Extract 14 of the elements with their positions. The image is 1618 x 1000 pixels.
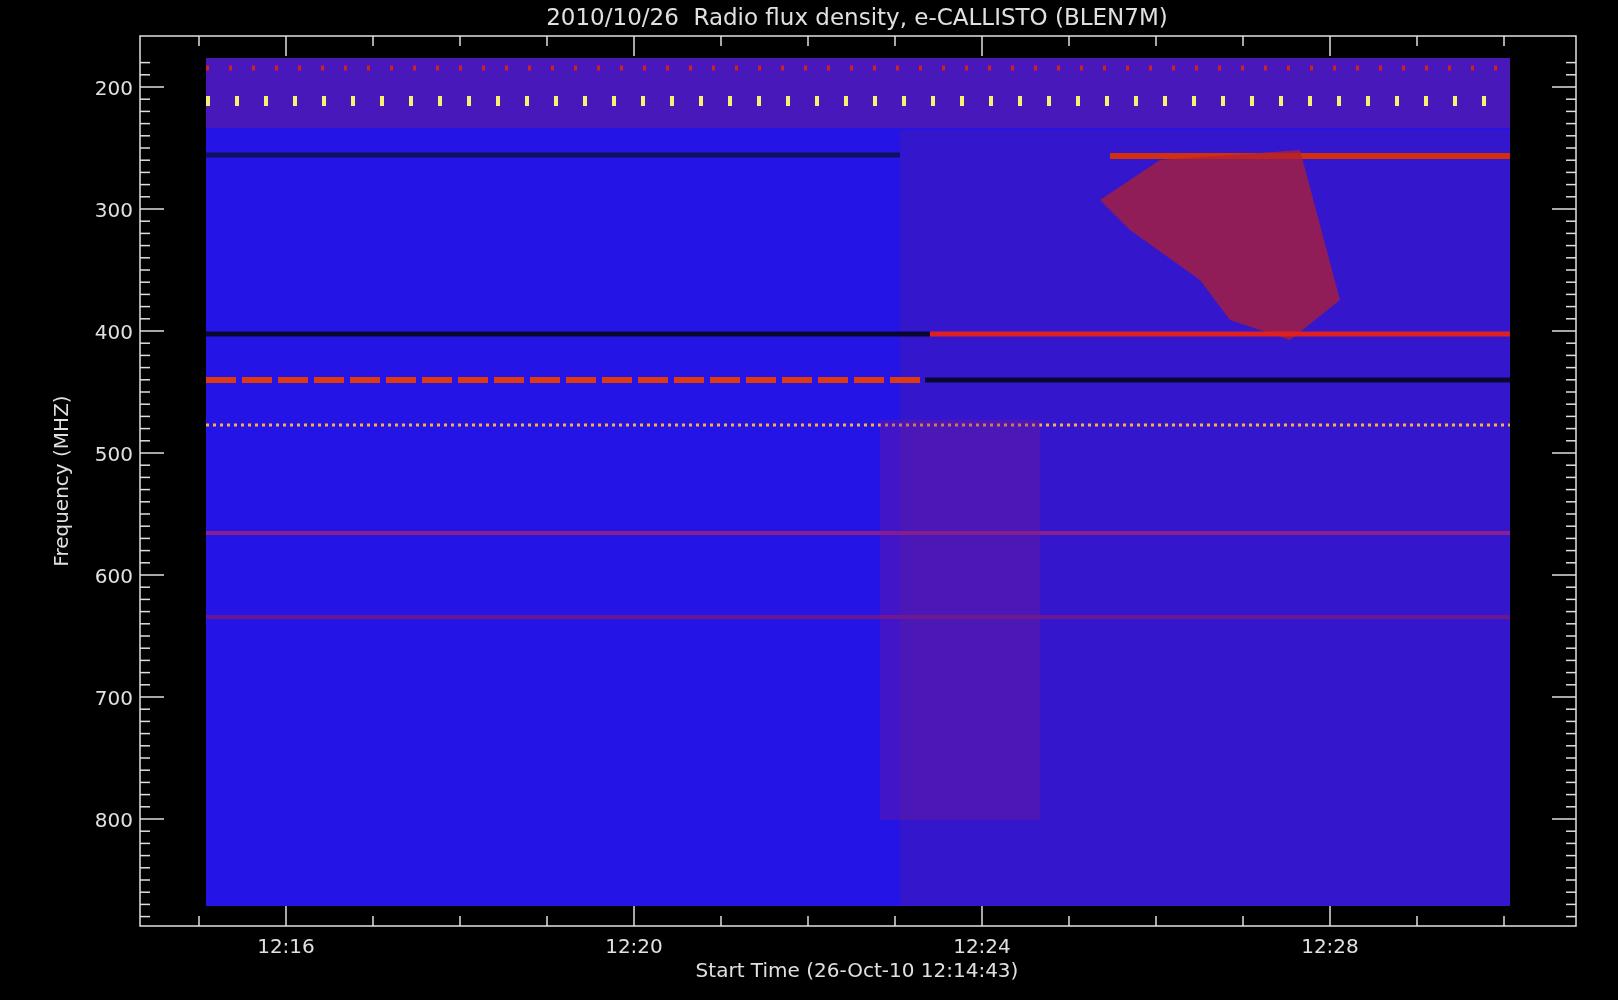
y-tick-label: 600	[94, 564, 133, 588]
x-tick-label: 12:28	[1301, 934, 1359, 958]
y-tick-label: 700	[94, 686, 133, 710]
x-axis-label: Start Time (26-Oct-10 12:14:43)	[695, 958, 1019, 982]
y-axis-label: Frequency (MHZ)	[49, 395, 73, 567]
x-tick-label: 12:16	[257, 934, 315, 958]
y-tick-label: 400	[94, 320, 133, 344]
x-tick-label: 12:20	[605, 934, 663, 958]
y-tick-label: 800	[94, 808, 133, 832]
y-tick-label: 300	[94, 198, 133, 222]
y-tick-label: 500	[94, 442, 133, 466]
x-tick-label: 12:24	[953, 934, 1011, 958]
y-tick-label: 200	[94, 76, 133, 100]
chart-title: 2010/10/26 Radio flux density, e-CALLISTO (BLEN7M)	[546, 4, 1168, 30]
